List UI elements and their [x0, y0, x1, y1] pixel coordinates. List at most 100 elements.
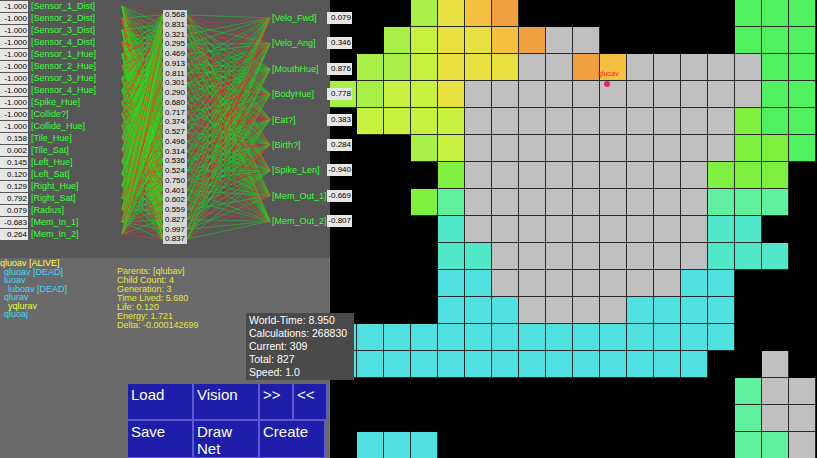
map-tile[interactable]: [762, 108, 789, 135]
map-tile[interactable]: [735, 135, 762, 162]
map-tile[interactable]: [411, 189, 438, 216]
map-tile[interactable]: [573, 0, 600, 27]
button[interactable]: Create: [259, 420, 325, 458]
map-tile[interactable]: [573, 297, 600, 324]
lineage-item[interactable]: yqlurav: [0, 302, 117, 311]
map-tile[interactable]: [762, 54, 789, 81]
map-tile[interactable]: [465, 54, 492, 81]
map-tile[interactable]: [519, 27, 546, 54]
map-tile[interactable]: [546, 108, 573, 135]
map-tile[interactable]: [735, 405, 762, 432]
map-tile[interactable]: [627, 81, 654, 108]
map-tile[interactable]: [627, 108, 654, 135]
map-tile[interactable]: [519, 135, 546, 162]
map-tile[interactable]: [438, 378, 465, 405]
map-tile[interactable]: [546, 324, 573, 351]
map-tile[interactable]: [708, 243, 735, 270]
map-tile[interactable]: [762, 324, 789, 351]
map-tile[interactable]: [384, 81, 411, 108]
map-tile[interactable]: [411, 108, 438, 135]
map-tile[interactable]: [681, 81, 708, 108]
map-tile[interactable]: [708, 54, 735, 81]
map-tile[interactable]: [357, 54, 384, 81]
map-tile[interactable]: [789, 216, 816, 243]
map-tile[interactable]: [735, 270, 762, 297]
map-tile[interactable]: [600, 162, 627, 189]
map-tile[interactable]: [438, 432, 465, 458]
map-tile[interactable]: [411, 135, 438, 162]
map-tile[interactable]: [600, 324, 627, 351]
map-tile[interactable]: [357, 135, 384, 162]
map-tile[interactable]: [519, 0, 546, 27]
map-tile[interactable]: [519, 162, 546, 189]
map-tile[interactable]: [762, 432, 789, 458]
map-tile[interactable]: [438, 81, 465, 108]
map-tile[interactable]: [519, 81, 546, 108]
button[interactable]: Draw Net: [193, 420, 259, 458]
map-tile[interactable]: [465, 297, 492, 324]
map-tile[interactable]: [735, 162, 762, 189]
map-tile[interactable]: [492, 108, 519, 135]
map-tile[interactable]: [519, 54, 546, 81]
map-tile[interactable]: [654, 108, 681, 135]
map-tile[interactable]: [492, 189, 519, 216]
button[interactable]: >>: [259, 383, 293, 420]
lineage-item[interactable]: luoav: [0, 276, 117, 285]
map-tile[interactable]: [546, 405, 573, 432]
map-tile[interactable]: [789, 351, 816, 378]
map-tile[interactable]: [735, 324, 762, 351]
map-tile[interactable]: [789, 54, 816, 81]
map-tile[interactable]: [627, 324, 654, 351]
map-tile[interactable]: [708, 81, 735, 108]
map-tile[interactable]: [789, 0, 816, 27]
map-tile[interactable]: [708, 108, 735, 135]
map-tile[interactable]: [411, 162, 438, 189]
map-tile[interactable]: [411, 81, 438, 108]
map-tile[interactable]: [708, 432, 735, 458]
map-tile[interactable]: [573, 243, 600, 270]
map-tile[interactable]: [789, 405, 816, 432]
map-tile[interactable]: [465, 189, 492, 216]
map-tile[interactable]: [573, 27, 600, 54]
map-tile[interactable]: [708, 216, 735, 243]
map-tile[interactable]: [789, 189, 816, 216]
map-tile[interactable]: [735, 351, 762, 378]
map-tile[interactable]: [573, 270, 600, 297]
world-map[interactable]: qluoav: [330, 0, 817, 458]
map-tile[interactable]: [627, 135, 654, 162]
map-tile[interactable]: [465, 27, 492, 54]
map-tile[interactable]: [600, 297, 627, 324]
map-tile[interactable]: [492, 81, 519, 108]
map-tile[interactable]: [654, 81, 681, 108]
map-tile[interactable]: [573, 135, 600, 162]
map-tile[interactable]: [627, 297, 654, 324]
map-tile[interactable]: [762, 378, 789, 405]
map-tile[interactable]: [465, 432, 492, 458]
map-tile[interactable]: [465, 108, 492, 135]
map-tile[interactable]: [708, 189, 735, 216]
map-tile[interactable]: [762, 216, 789, 243]
map-tile[interactable]: [681, 351, 708, 378]
map-tile[interactable]: [546, 216, 573, 243]
map-tile[interactable]: [411, 54, 438, 81]
map-tile[interactable]: [438, 324, 465, 351]
map-tile[interactable]: [573, 189, 600, 216]
map-tile[interactable]: [411, 216, 438, 243]
map-tile[interactable]: [546, 378, 573, 405]
map-tile[interactable]: [627, 351, 654, 378]
map-tile[interactable]: [681, 405, 708, 432]
map-tile[interactable]: [762, 189, 789, 216]
map-tile[interactable]: [627, 378, 654, 405]
map-tile[interactable]: [735, 0, 762, 27]
map-tile[interactable]: [438, 108, 465, 135]
map-tile[interactable]: [384, 297, 411, 324]
map-tile[interactable]: [681, 135, 708, 162]
map-tile[interactable]: [357, 162, 384, 189]
map-tile[interactable]: [735, 297, 762, 324]
map-tile[interactable]: [384, 189, 411, 216]
map-tile[interactable]: [492, 0, 519, 27]
map-tile[interactable]: [681, 378, 708, 405]
map-tile[interactable]: [600, 135, 627, 162]
map-tile[interactable]: [384, 432, 411, 458]
map-tile[interactable]: [411, 270, 438, 297]
